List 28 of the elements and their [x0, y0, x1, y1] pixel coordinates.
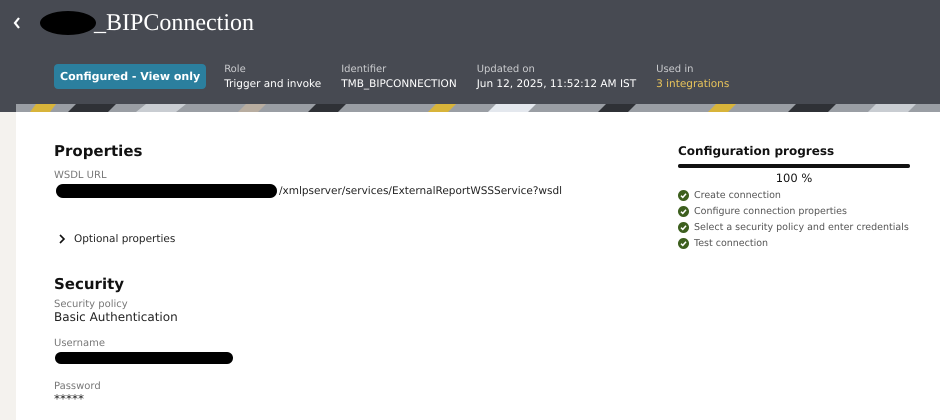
chevron-icon [58, 234, 66, 244]
meta-value: Trigger and invoke [224, 78, 322, 90]
meta-label: Used in [656, 64, 694, 75]
field-value: Basic Authentication [54, 310, 178, 324]
field-value: ***** [54, 392, 84, 406]
meta-label: Role [224, 64, 247, 75]
step-label: Configure connection properties [694, 206, 847, 216]
step-label: Test connection [694, 238, 768, 248]
meta-value: TMB_BIPCONNECTION [341, 78, 457, 90]
section-heading: Security [54, 275, 126, 293]
field-label: Username [54, 338, 106, 349]
meta-label: Updated on [476, 64, 536, 75]
page-title: _BIPConnection [94, 10, 254, 36]
section-heading: Properties [54, 142, 144, 160]
back-icon[interactable] [12, 16, 22, 30]
integrations-link[interactable]: 3 integrations [656, 78, 730, 90]
field-label: Security policy [54, 299, 129, 310]
field-label: WSDL URL [54, 170, 108, 181]
optional-properties-toggle[interactable]: Optional properties [54, 233, 176, 245]
field-value: /xmlpserver/services/ExternalReportWSSService?wsdl [279, 185, 562, 197]
field-label: Password [54, 381, 102, 392]
meta-value: Jun 12, 2025, 11:52:12 AM IST [476, 78, 636, 90]
progress-reading: 100 % [774, 171, 814, 185]
meta-label: Identifier [341, 64, 388, 75]
step-label: Select a security policy and enter credentials [694, 222, 909, 232]
progress-title: Configuration progress [678, 144, 836, 158]
step-label: Create connection [694, 190, 781, 200]
status-badge: Configured - View only [54, 64, 206, 89]
